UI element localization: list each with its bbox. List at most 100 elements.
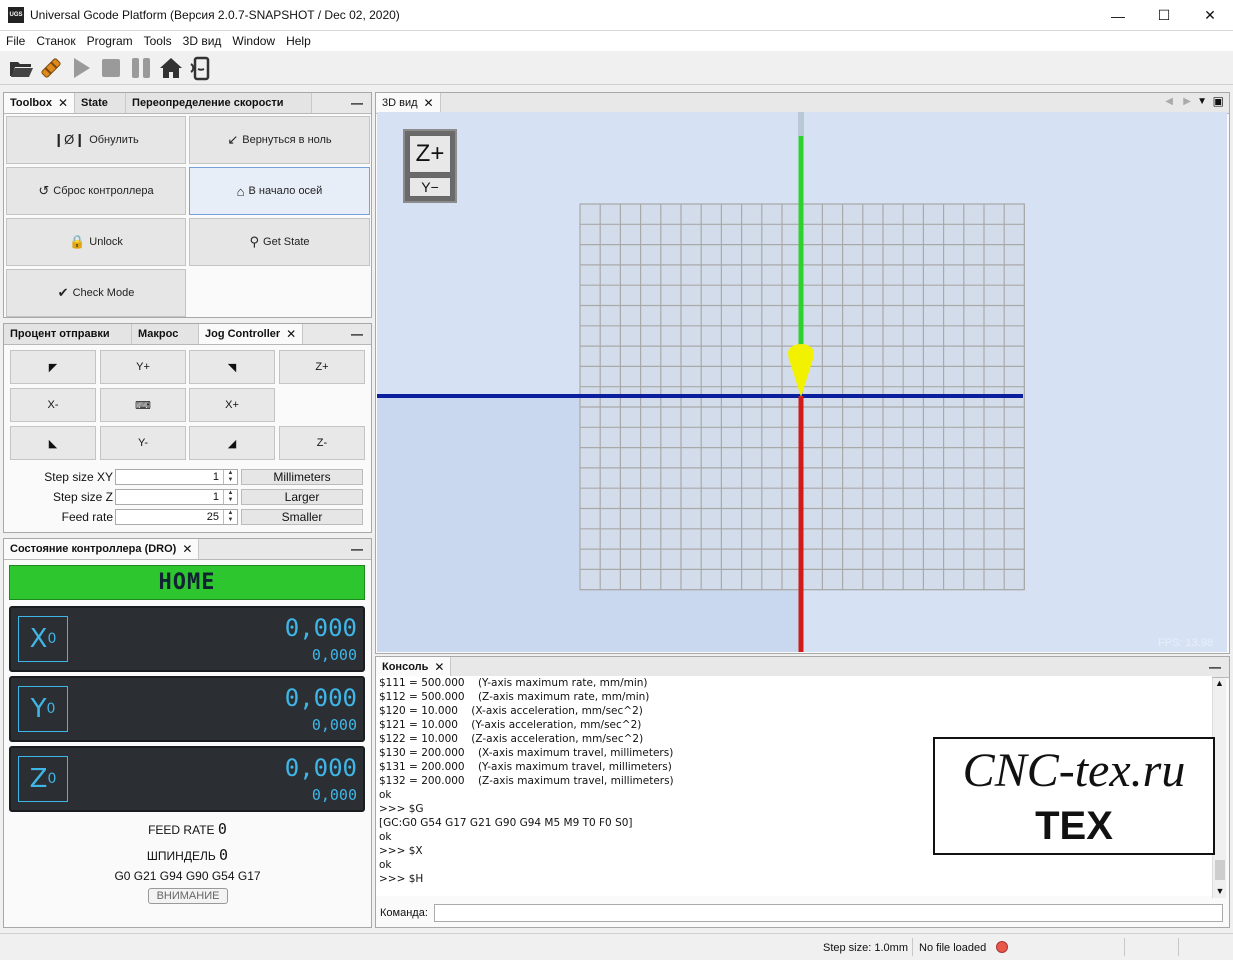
jog-yminus-button[interactable]: Y-: [100, 426, 186, 460]
reset-z-button[interactable]: Z0: [18, 756, 68, 802]
home-icon[interactable]: [156, 54, 186, 82]
scroll-right-icon[interactable]: ▶: [1183, 96, 1191, 107]
check-mode-button[interactable]: ✔ Check Mode: [6, 269, 186, 317]
unlock-button[interactable]: 🔒 Unlock: [6, 218, 186, 266]
menu-3d-view[interactable]: 3D вид: [177, 34, 227, 48]
tab-3d-view[interactable]: 3D вид ✕: [376, 93, 441, 113]
zero-icon: ❙Ø❙: [53, 132, 86, 147]
get-state-button[interactable]: ⚲ Get State: [189, 218, 370, 266]
feed-rate-label: Feed rate: [61, 510, 113, 524]
connection-status-icon: [996, 941, 1008, 953]
menu-help[interactable]: Help: [280, 34, 316, 48]
close-tab-icon[interactable]: ✕: [58, 96, 68, 110]
jog-zminus-button[interactable]: Z-: [279, 426, 365, 460]
status-bar: Step size: 1.0mm No file loaded: [0, 933, 1233, 960]
reset-y-button[interactable]: Y0: [18, 686, 68, 732]
jog-xminus-yminus-button[interactable]: ◣: [10, 426, 96, 460]
jog-xplus-yplus-button[interactable]: ◥: [189, 350, 275, 384]
console-line: $112 = 500.000 (Z-axis maximum rate, mm/…: [379, 691, 650, 703]
menu-tools[interactable]: Tools: [138, 34, 177, 48]
connect-icon[interactable]: [36, 54, 66, 82]
toolbar: [0, 51, 1233, 85]
y-machine-position: 0,000: [311, 716, 357, 734]
units-button[interactable]: Millimeters: [241, 469, 363, 485]
tab-state[interactable]: State: [75, 93, 127, 113]
minimize-button[interactable]: —: [1095, 0, 1141, 31]
jog-xplus-yminus-button[interactable]: ◢: [189, 426, 275, 460]
tab-toolbox[interactable]: Toolbox ✕: [4, 93, 76, 113]
scroll-up-icon[interactable]: ▲: [1213, 678, 1226, 688]
step-xy-field[interactable]: 1 ▲ ▼: [115, 469, 238, 485]
jog-zplus-button[interactable]: Z+: [279, 350, 365, 384]
scroll-thumb[interactable]: [1215, 860, 1225, 880]
menu-window[interactable]: Window: [226, 34, 280, 48]
close-tab-icon[interactable]: ✕: [434, 660, 444, 674]
maximize-button[interactable]: ☐: [1141, 0, 1187, 31]
y-work-position: 0,000: [284, 684, 357, 712]
reset-icon: ↺: [38, 183, 50, 198]
toolbox-panel: Toolbox ✕ State Переопределение скорости …: [3, 92, 372, 318]
dro-z: Z0 0,000 0,000: [9, 746, 365, 812]
console-line: $120 = 10.000 (X-axis acceleration, mm/s…: [379, 705, 643, 717]
minimize-panel-icon[interactable]: —: [351, 96, 363, 110]
watermark-logo: CNC-tex.ru TEX: [933, 737, 1215, 855]
tab-console[interactable]: Консоль ✕: [376, 657, 452, 677]
title-bar: UGS Universal Gcode Platform (Версия 2.0…: [0, 0, 1233, 31]
jog-xminus-button[interactable]: X-: [10, 388, 96, 422]
phone-pendant-icon[interactable]: [186, 54, 216, 82]
reset-zero-button[interactable]: ❙Ø❙ Обнулить: [6, 116, 186, 164]
tab-macro[interactable]: Макрос: [132, 324, 199, 344]
scroll-down-icon[interactable]: ▼: [1213, 886, 1227, 896]
check-icon: ✔: [57, 285, 69, 300]
smaller-button[interactable]: Smaller: [241, 509, 363, 525]
step-z-field[interactable]: 1 ▲ ▼: [115, 489, 238, 505]
machine-state-badge: HOME: [9, 565, 365, 600]
reset-x-button[interactable]: X0: [18, 616, 68, 662]
dro-x: X0 0,000 0,000: [9, 606, 365, 672]
view-cube-front[interactable]: Y−: [409, 177, 451, 197]
z-work-position: 0,000: [284, 754, 357, 782]
pause-icon[interactable]: [126, 54, 156, 82]
menu-file[interactable]: File: [0, 34, 30, 48]
view-cube[interactable]: Z+ Y−: [403, 129, 457, 203]
larger-button[interactable]: Larger: [241, 489, 363, 505]
scroll-left-icon[interactable]: ◀: [1165, 96, 1173, 107]
close-tab-icon[interactable]: ✕: [182, 542, 192, 556]
view-cube-top[interactable]: Z+: [409, 135, 451, 173]
jog-yplus-button[interactable]: Y+: [100, 350, 186, 384]
tab-speed-override[interactable]: Переопределение скорости: [126, 93, 313, 113]
spinner-arrows-icon[interactable]: ▲ ▼: [223, 510, 237, 524]
maximize-panel-icon[interactable]: ▣: [1213, 94, 1224, 108]
feed-rate-field[interactable]: 25 ▲ ▼: [115, 509, 238, 525]
jog-xplus-button[interactable]: X+: [189, 388, 275, 422]
command-input[interactable]: [434, 904, 1223, 922]
minimize-panel-icon[interactable]: —: [351, 542, 363, 556]
keyboard-jog-button[interactable]: ⌨: [100, 388, 186, 422]
minimize-panel-icon[interactable]: —: [1209, 660, 1221, 674]
open-folder-icon[interactable]: [6, 54, 36, 82]
menu-machine[interactable]: Станок: [30, 34, 80, 48]
tab-jog-controller[interactable]: Jog Controller ✕: [199, 324, 304, 344]
3d-viewport[interactable]: FPS: 13.98 Z+ Y−: [377, 112, 1227, 652]
close-tab-icon[interactable]: ✕: [286, 327, 296, 341]
minimize-panel-icon[interactable]: —: [351, 327, 363, 341]
soft-reset-button[interactable]: ↺ Сброс контроллера: [6, 167, 186, 215]
return-to-zero-button[interactable]: ↙ Вернуться в ноль: [189, 116, 370, 164]
menu-program[interactable]: Program: [81, 34, 138, 48]
status-divider: [912, 938, 913, 956]
spinner-arrows-icon[interactable]: ▲ ▼: [223, 470, 237, 484]
home-icon: ⌂: [236, 183, 245, 199]
tab-send-percent[interactable]: Процент отправки: [4, 324, 132, 344]
play-icon[interactable]: [66, 54, 96, 82]
status-divider: [1178, 938, 1179, 956]
close-window-button[interactable]: ✕: [1187, 0, 1233, 31]
jog-xminus-yplus-button[interactable]: ◤: [10, 350, 96, 384]
home-machine-button[interactable]: ⌂ В начало осей: [189, 167, 370, 215]
stop-icon[interactable]: [96, 54, 126, 82]
keyboard-icon: ⌨: [135, 399, 151, 412]
dropdown-icon[interactable]: ▼: [1197, 96, 1207, 107]
close-tab-icon[interactable]: ✕: [424, 96, 434, 110]
spinner-arrows-icon[interactable]: ▲ ▼: [223, 490, 237, 504]
watermark-subtext: TEX: [1035, 804, 1113, 848]
tab-dro[interactable]: Состояние контроллера (DRO) ✕: [4, 539, 200, 559]
